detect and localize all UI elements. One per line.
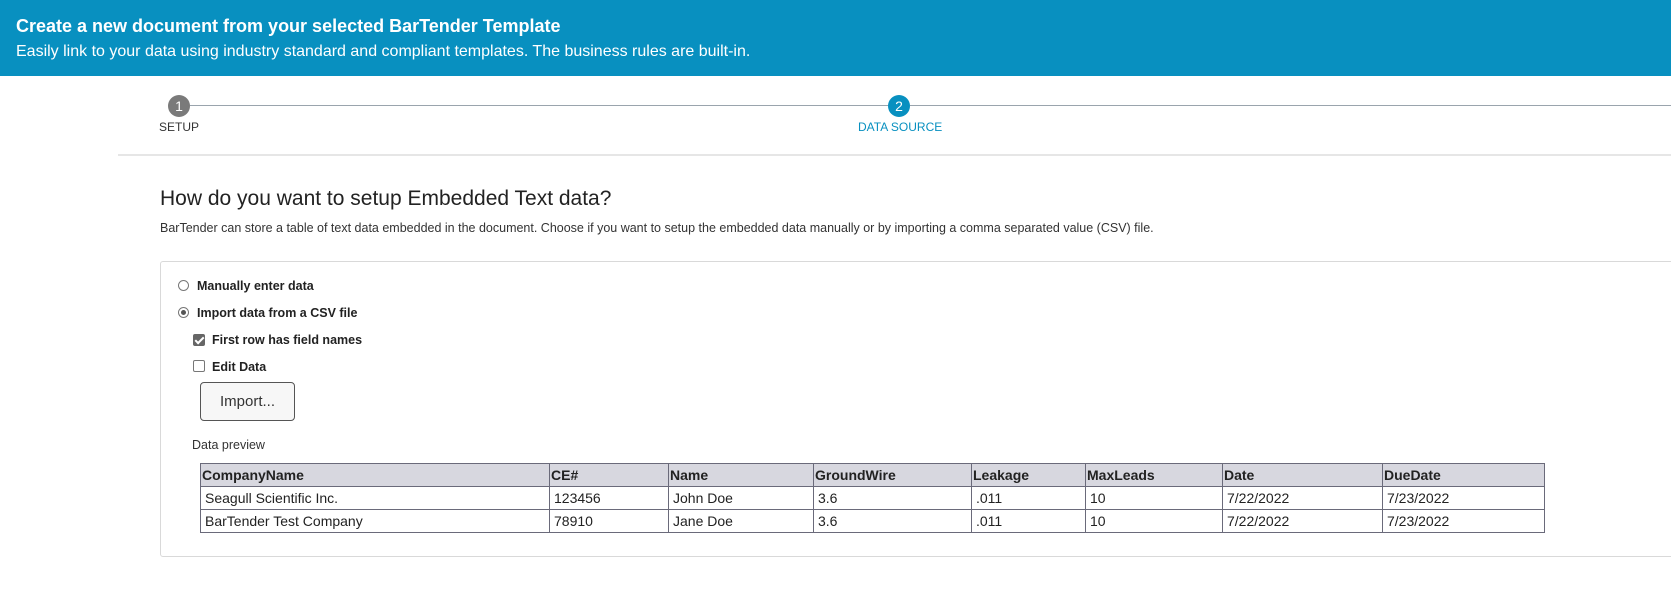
header-banner: Create a new document from your selected… xyxy=(0,0,1671,76)
page-description: BarTender can store a table of text data… xyxy=(160,221,1154,235)
table-cell: 10 xyxy=(1085,486,1223,510)
banner-subtitle: Easily link to your data using industry … xyxy=(16,43,751,60)
column-header: Leakage xyxy=(971,463,1086,487)
stepper-connector xyxy=(190,105,888,106)
stepper-connector xyxy=(910,105,1671,106)
table-cell: Jane Doe xyxy=(668,509,814,533)
column-header: Name xyxy=(668,463,814,487)
column-header: CE# xyxy=(549,463,669,487)
table-cell: 7/22/2022 xyxy=(1222,486,1383,510)
column-header: GroundWire xyxy=(813,463,972,487)
table-cell: .011 xyxy=(971,486,1086,510)
column-header: Date xyxy=(1222,463,1383,487)
table-cell: 3.6 xyxy=(813,509,972,533)
data-preview-label: Data preview xyxy=(192,438,265,452)
manual-entry-radio[interactable] xyxy=(178,280,189,291)
column-header: MaxLeads xyxy=(1085,463,1223,487)
table-row: Seagull Scientific Inc. 123456 John Doe … xyxy=(200,486,1545,510)
step-1-label[interactable]: SETUP xyxy=(159,120,199,134)
table-header-row: CompanyName CE# Name GroundWire Leakage … xyxy=(200,463,1545,487)
import-button[interactable]: Import... xyxy=(200,382,295,421)
table-cell: BarTender Test Company xyxy=(200,509,550,533)
stepper-divider xyxy=(118,154,1671,156)
edit-data-label[interactable]: Edit Data xyxy=(212,360,266,374)
page-title: How do you want to setup Embedded Text d… xyxy=(160,187,612,210)
edit-data-checkbox[interactable] xyxy=(193,360,205,372)
table-cell: John Doe xyxy=(668,486,814,510)
checkmark-icon xyxy=(194,334,205,345)
step-1-indicator[interactable]: 1 xyxy=(168,95,190,117)
table-cell: 123456 xyxy=(549,486,669,510)
table-cell: 3.6 xyxy=(813,486,972,510)
first-row-field-names-label[interactable]: First row has field names xyxy=(212,333,362,347)
table-cell: Seagull Scientific Inc. xyxy=(200,486,550,510)
data-preview-table: CompanyName CE# Name GroundWire Leakage … xyxy=(200,463,1545,533)
table-row: BarTender Test Company 78910 Jane Doe 3.… xyxy=(200,509,1545,533)
table-cell: .011 xyxy=(971,509,1086,533)
first-row-field-names-checkbox[interactable] xyxy=(193,334,205,346)
table-cell: 10 xyxy=(1085,509,1223,533)
step-2-label[interactable]: DATA SOURCE xyxy=(858,120,942,134)
table-cell: 7/23/2022 xyxy=(1382,486,1545,510)
step-2-indicator[interactable]: 2 xyxy=(888,95,910,117)
column-header: DueDate xyxy=(1382,463,1545,487)
import-csv-radio[interactable] xyxy=(178,307,189,318)
table-cell: 7/23/2022 xyxy=(1382,509,1545,533)
banner-title: Create a new document from your selected… xyxy=(16,16,561,36)
radio-selected-dot xyxy=(181,310,186,315)
table-cell: 78910 xyxy=(549,509,669,533)
column-header: CompanyName xyxy=(200,463,550,487)
manual-entry-label[interactable]: Manually enter data xyxy=(197,279,314,293)
table-cell: 7/22/2022 xyxy=(1222,509,1383,533)
import-csv-label[interactable]: Import data from a CSV file xyxy=(197,306,357,320)
